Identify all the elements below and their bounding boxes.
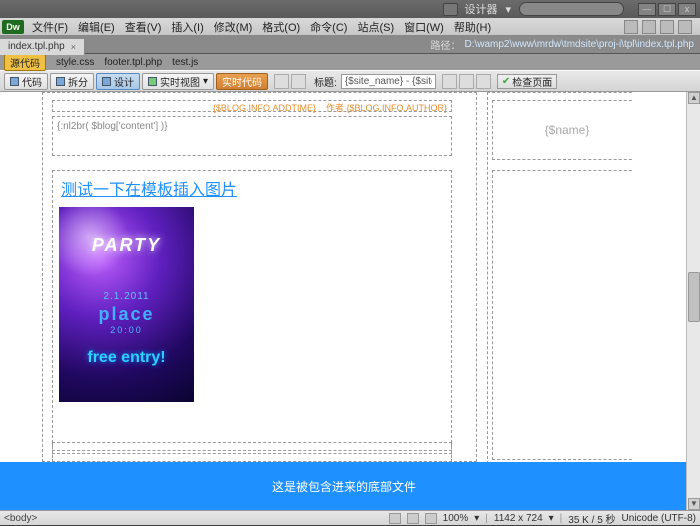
toolbar-icon[interactable] (459, 74, 474, 89)
menu-edit[interactable]: 编辑(E) (73, 19, 120, 35)
toolbar-icon[interactable] (660, 20, 674, 34)
article-heading: 测试一下在模板插入图片 (53, 171, 451, 205)
related-file[interactable]: footer.tpl.php (104, 57, 162, 68)
maximize-button[interactable]: ☐ (658, 3, 676, 16)
toolbar-icon[interactable] (476, 74, 491, 89)
encoding: Unicode (UTF-8) (622, 513, 696, 524)
menu-format[interactable]: 格式(O) (257, 19, 305, 35)
split-view-button[interactable]: 拆分 (50, 73, 94, 90)
toolbar-icon[interactable] (642, 20, 656, 34)
menu-help[interactable]: 帮助(H) (449, 19, 496, 35)
menu-commands[interactable]: 命令(C) (305, 19, 352, 35)
footer-include[interactable]: 这是被包含进来的底部文件 (0, 462, 688, 510)
name-var-box[interactable]: {$name} (492, 100, 634, 160)
tab-label: index.tpl.php (8, 41, 65, 52)
status-icon[interactable] (425, 513, 437, 524)
code-view-button[interactable]: 代码 (4, 73, 48, 90)
path-value: D:\wamp2\www\mrdw\tmdsite\proj-i\tpl\ind… (464, 39, 700, 50)
menu-file[interactable]: 文件(F) (27, 19, 73, 35)
live-view-button[interactable]: 实时视图▾ (142, 73, 214, 90)
page-size: 35 K / 5 秒 (568, 511, 615, 526)
menu-site[interactable]: 站点(S) (352, 19, 399, 35)
scroll-up-arrow[interactable]: ▲ (688, 92, 700, 104)
menu-insert[interactable]: 插入(I) (166, 19, 208, 35)
spacer-box (52, 450, 452, 462)
layout-icon[interactable] (443, 3, 458, 16)
path-label: 路径： (430, 37, 464, 52)
meta-box[interactable]: {$BLOG.INFO.ADDTIME} 作者 {$BLOG.INFO.AUTH… (52, 100, 452, 112)
tag-selector[interactable]: <body> (4, 513, 37, 524)
live-code-button[interactable]: 实时代码 (216, 73, 268, 90)
vertical-scrollbar[interactable]: ▲ ▼ (686, 92, 700, 510)
title-label: 标题: (314, 74, 337, 89)
tab-close-icon[interactable]: × (71, 42, 76, 52)
minimize-button[interactable]: — (638, 3, 656, 16)
close-button[interactable]: x (678, 3, 696, 16)
document-tab[interactable]: index.tpl.php × (0, 39, 85, 55)
design-canvas[interactable]: {$BLOG.INFO.ADDTIME} 作者 {$BLOG.INFO.AUTH… (0, 92, 700, 510)
toolbar-icon[interactable] (291, 74, 306, 89)
menu-window[interactable]: 窗口(W) (399, 19, 449, 35)
menu-modify[interactable]: 修改(M) (209, 19, 258, 35)
status-icon[interactable] (389, 513, 401, 524)
designer-label[interactable]: 设计器 (464, 1, 497, 17)
zoom-level[interactable]: 100% (443, 513, 469, 524)
dimensions[interactable]: 1142 x 724 (494, 513, 543, 524)
dreamweaver-logo: Dw (2, 20, 24, 34)
poster-image[interactable]: PARTY 2.1.2011 place 20:00 free entry! (59, 207, 194, 402)
design-view-button[interactable]: 设计 (96, 73, 140, 90)
menu-view[interactable]: 查看(V) (120, 19, 167, 35)
scroll-down-arrow[interactable]: ▼ (688, 498, 700, 510)
scroll-thumb[interactable] (688, 272, 700, 322)
search-input[interactable] (519, 2, 624, 16)
related-file[interactable]: style.css (56, 57, 94, 68)
source-code-tab[interactable]: 源代码 (4, 54, 46, 71)
toolbar-icon[interactable] (624, 20, 638, 34)
related-file[interactable]: test.js (172, 57, 198, 68)
content-box[interactable]: {:nl2br( $blog['content'] )} (52, 116, 452, 156)
toolbar-icon[interactable] (442, 74, 457, 89)
toolbar-icon[interactable] (678, 20, 692, 34)
status-icon[interactable] (407, 513, 419, 524)
title-input[interactable] (341, 74, 436, 89)
article-box[interactable]: 测试一下在模板插入图片 PARTY 2.1.2011 place 20:00 f… (52, 170, 452, 473)
check-page-button[interactable]: ✔检查页面 (497, 74, 557, 89)
toolbar-icon[interactable] (274, 74, 289, 89)
sidebar-box[interactable] (492, 170, 634, 460)
